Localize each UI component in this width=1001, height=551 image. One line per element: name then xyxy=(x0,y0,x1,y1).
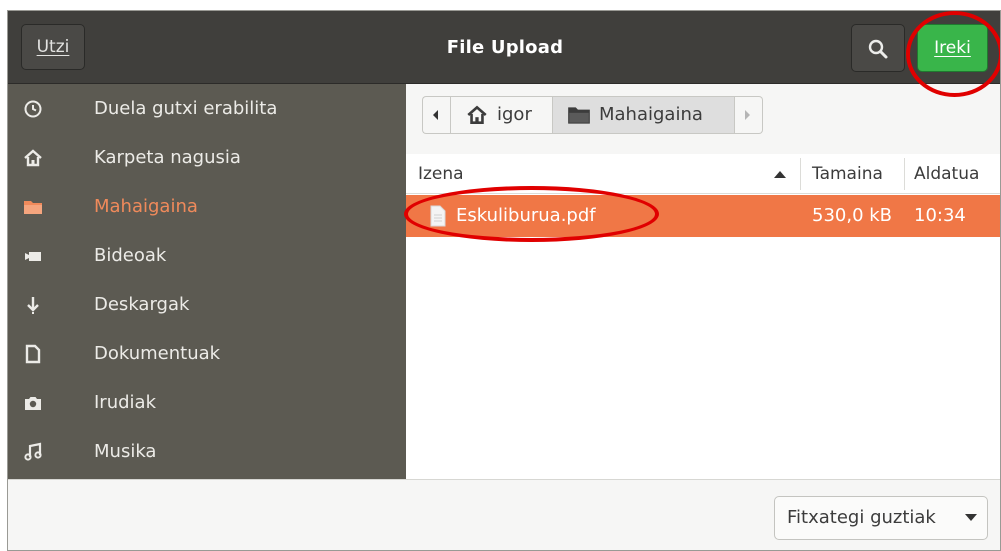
header-bar: File Upload Utzi Ireki xyxy=(8,11,1000,84)
sort-ascending-icon xyxy=(774,171,786,178)
sidebar-item-label: Duela gutxi erabilita xyxy=(94,98,278,119)
sidebar-item-music[interactable]: Musika xyxy=(8,427,406,476)
sidebar-item-label: Deskargak xyxy=(94,294,190,315)
breadcrumb-desktop[interactable]: Mahaigaina xyxy=(552,96,735,134)
column-divider xyxy=(904,158,905,190)
places-sidebar: Duela gutxi erabilita Karpeta nagusia Ma… xyxy=(8,84,406,479)
document-icon xyxy=(25,344,41,364)
folder-icon xyxy=(568,107,590,124)
file-browser: igor Mahaigaina Izena Tamaina Aldatua Es… xyxy=(406,84,1000,479)
search-button[interactable] xyxy=(851,24,905,72)
column-size[interactable]: Tamaina xyxy=(812,154,883,194)
file-modified: 10:34 xyxy=(914,205,966,226)
column-header: Izena Tamaina Aldatua xyxy=(406,154,1000,194)
breadcrumb-home[interactable]: igor xyxy=(450,96,552,134)
sidebar-item-label: Musika xyxy=(94,441,157,462)
column-divider xyxy=(800,158,801,190)
video-camera-icon xyxy=(25,252,41,261)
filter-label: Fitxategi guztiak xyxy=(787,507,936,528)
sidebar-item-label: Irudiak xyxy=(94,392,156,413)
breadcrumb-label: Mahaigaina xyxy=(599,104,703,125)
file-size: 530,0 kB xyxy=(812,205,893,226)
sidebar-item-label: Dokumentuak xyxy=(94,343,221,364)
pdf-file-icon xyxy=(430,205,446,227)
chevron-right-icon xyxy=(745,110,750,120)
path-bar: igor Mahaigaina xyxy=(406,84,1000,154)
sidebar-item-label: Bideoak xyxy=(94,245,167,266)
camera-icon xyxy=(25,397,41,410)
chevron-left-icon xyxy=(433,110,438,120)
breadcrumb-label: igor xyxy=(497,104,532,125)
column-name[interactable]: Izena xyxy=(418,154,464,194)
home-icon xyxy=(467,105,487,124)
file-upload-dialog: File Upload Utzi Ireki Duela gutxi erabi… xyxy=(7,10,1001,551)
sidebar-item-desktop[interactable]: Mahaigaina xyxy=(8,182,406,231)
music-icon xyxy=(24,442,42,461)
file-row[interactable]: Eskuliburua.pdf 530,0 kB 10:34 xyxy=(406,195,1000,237)
sidebar-item-label: Karpeta nagusia xyxy=(94,147,241,168)
column-modified[interactable]: Aldatua xyxy=(914,154,979,194)
file-type-filter-dropdown[interactable]: Fitxategi guztiak xyxy=(774,496,988,540)
sidebar-item-videos[interactable]: Bideoak xyxy=(8,231,406,280)
open-button[interactable]: Ireki xyxy=(917,24,988,72)
sidebar-item-documents[interactable]: Dokumentuak xyxy=(8,329,406,378)
home-icon xyxy=(24,149,42,167)
sidebar-item-downloads[interactable]: Deskargak xyxy=(8,280,406,329)
sidebar-item-pictures[interactable]: Irudiak xyxy=(8,378,406,427)
sidebar-item-recent[interactable]: Duela gutxi erabilita xyxy=(8,84,406,133)
folder-icon xyxy=(24,201,42,214)
path-scroll-left-button[interactable] xyxy=(422,96,450,134)
download-icon xyxy=(27,297,39,314)
sidebar-item-label: Mahaigaina xyxy=(94,196,198,217)
footer-bar: Fitxategi guztiak xyxy=(8,479,1000,550)
file-name: Eskuliburua.pdf xyxy=(456,205,596,226)
search-icon xyxy=(868,39,888,59)
caret-down-icon xyxy=(965,514,977,521)
path-scroll-right-button[interactable] xyxy=(735,96,763,134)
clock-icon xyxy=(24,100,42,118)
sidebar-item-home[interactable]: Karpeta nagusia xyxy=(8,133,406,182)
cancel-button[interactable]: Utzi xyxy=(21,24,85,70)
